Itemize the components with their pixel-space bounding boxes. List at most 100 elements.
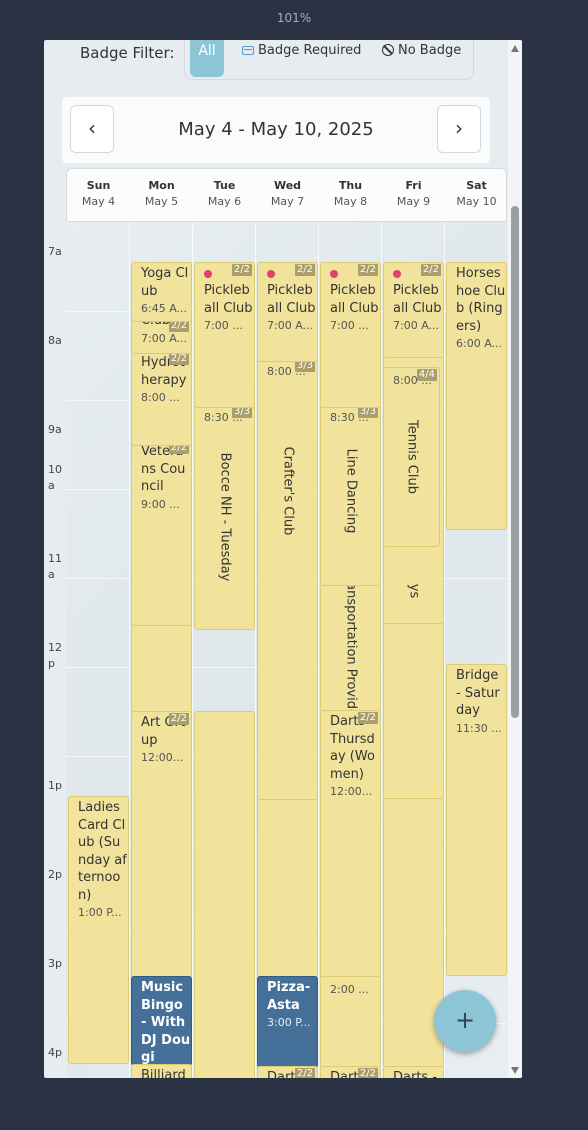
day-name: Tue [213,179,236,192]
event-title: Bridge - Saturday [456,668,500,718]
day-header-sun: Sun May 4 [67,169,130,223]
event-billiards[interactable]: Billiards - Ringer [131,1064,192,1078]
event-thu-pickleball[interactable]: 2/2 Pickleball Club 7:00 ... [320,262,381,408]
event-title: Line Dancing [343,449,358,534]
event-time: 7:00 A... [393,319,440,332]
scroll-down-icon[interactable] [511,1067,519,1074]
day-name: Wed [273,179,302,192]
event-tue-pickleball[interactable]: 2/2 Pickleball Club 7:00 ... [194,262,255,408]
event-wed-pickleball[interactable]: 2/2 Pickleball Club 7:00 A... [257,262,318,362]
event-ladies-card-club[interactable]: Ladies Card Club (Sunday afternoon) 1:00… [68,796,129,1064]
event-tue-block-late[interactable] [194,711,255,1078]
event-title: Ladies Card Club (Sunday afternoon) [78,800,127,903]
event-time: 7:00 ... [204,319,243,332]
event-thu-darts[interactable]: 2/2 Darts - Thurs [320,1066,381,1078]
event-title: Yoga Club [141,266,189,299]
event-wed-darts[interactable]: 2/2 Darts - Wedn [257,1066,318,1078]
day-header-row: Sun May 4 Mon May 5 Tue May 6 Wed May 7 Thu M… [66,168,507,222]
event-music-bingo[interactable]: Music Bingo - With DJ Dougi [131,976,192,1066]
badge-count: 4/4 [416,369,437,381]
event-line-dancing[interactable]: 3/3 8:30 ... Line Dancing [320,404,381,586]
hour-label: 7a [48,245,62,258]
day-date: May 4 [81,195,116,208]
filter-no-badge-label: No Badge [398,43,462,58]
hour-label: 11 a [48,552,62,581]
hour-label: 8a [48,334,62,347]
day-date: May 7 [270,195,305,208]
hour-label: 4p [48,1046,62,1059]
event-bocce-nh-tuesday[interactable]: 3/3 8:30 ... Bocce NH - Tuesday [194,404,255,630]
add-event-button[interactable]: + [434,990,496,1052]
ping-pong-icon [330,270,338,278]
hour-label: 1p [48,779,62,792]
filter-all-button[interactable]: All [190,40,224,77]
hour-label: 10 a [48,463,62,492]
filter-badge-required-button[interactable]: Badge Required [242,43,361,58]
hour-label: 3p [48,957,62,970]
day-name: Thu [338,179,363,192]
event-time: 7:00 A... [267,319,314,332]
event-horseshoe-club[interactable]: Horseshoe Club (Ringers) 6:00 A... [446,262,507,530]
day-header-mon: Mon May 5 [130,169,193,223]
day-header-wed: Wed May 7 [256,169,319,223]
scroll-up-icon[interactable] [511,45,519,52]
week-navigation: ‹ May 4 - May 10, 2025 › [62,97,490,163]
event-title: Pizza-Asta [267,980,311,1013]
event-title: Pickleball Club [393,283,442,316]
event-title: Music Bingo - With DJ Dougi [141,980,191,1065]
plus-icon: + [454,1006,476,1034]
event-fri-block-midday[interactable] [383,620,444,800]
event-mon-club[interactable]: 2/2 Club 7:00 A... [131,318,192,354]
badge-filter-bar: Badge Filter: All Badge Required No Badg… [44,40,508,80]
event-pizza-asta[interactable]: Pizza-Asta 3:00 P... [257,976,318,1068]
filter-no-badge-button[interactable]: No Badge [382,43,461,58]
event-title: Tennis Club [404,420,419,494]
zoom-level: 101% [276,11,312,25]
event-veterans-council[interactable]: 2/2 Veterans Council 9:00 ... [131,440,192,626]
event-wed-block-late[interactable] [257,793,318,978]
day-divider [192,222,193,1078]
scroll-thumb[interactable] [511,206,519,718]
badge-count: 2/2 [168,713,189,725]
event-tennis-club[interactable]: 4/4 8:00 ... Tennis Club [383,367,440,547]
event-time: 11:30 ... [456,721,502,735]
day-header-tue: Tue May 6 [193,169,256,223]
event-transportation-provided[interactable]: Transportation Provided [320,584,381,712]
day-divider [381,222,382,1078]
badge-count: 2/2 [357,1068,378,1078]
event-hydrotherapy[interactable]: 2/2 Hydrotherapy 8:00 ... [131,351,192,446]
event-title: Transportation Provided [343,584,358,712]
vertical-scrollbar[interactable] [508,40,522,1078]
day-date: May 8 [333,195,368,208]
event-time: 12:00... [330,785,373,798]
event-time: 1:00 P... [78,906,122,919]
day-divider [129,222,130,1078]
event-thu-darts-women[interactable]: 2/2 Darts - Thursday (Women) 12:00... [320,710,381,980]
event-fri-pickleball[interactable]: 2/2 Pickleball Club 7:00 A... [383,262,444,358]
event-thu-2pm[interactable]: 2:00 ... [320,976,381,1068]
day-date: May 6 [207,195,242,208]
prohibited-icon [382,44,394,56]
event-title: Pickleball Club [204,283,253,316]
next-week-button[interactable]: › [437,105,481,153]
event-fri-darts[interactable]: Darts - Thurs [383,1066,444,1078]
event-bridge-saturday[interactable]: Bridge - Saturday 11:30 ... [446,664,507,976]
hour-label: 9a [48,423,62,436]
day-divider [444,222,445,1078]
badge-count: 2/2 [294,264,315,276]
event-title: Darts - Thurs [393,1070,438,1078]
ping-pong-icon [267,270,275,278]
badge-count: 2/2 [168,353,189,365]
day-header-sat: Sat May 10 [445,169,508,223]
badge-count: 2/2 [357,264,378,276]
day-name: Fri [405,179,422,192]
week-grid: Sun May 4 Mon May 5 Tue May 6 Wed May 7 Thu M… [44,168,508,1078]
event-art-group[interactable]: 2/2 Art Group 12:00... [131,711,192,978]
hour-label: 12 p [48,641,62,670]
event-yoga-club[interactable]: Yoga Club 6:45 A... [131,262,192,322]
badge-icon [242,46,254,55]
day-divider [255,222,256,1078]
event-title: Pickleball Club [330,283,379,316]
week-range-title: May 4 - May 10, 2025 [178,119,374,140]
event-crafters-club[interactable]: 3/3 8:00 ... Crafter's Club [257,358,318,800]
